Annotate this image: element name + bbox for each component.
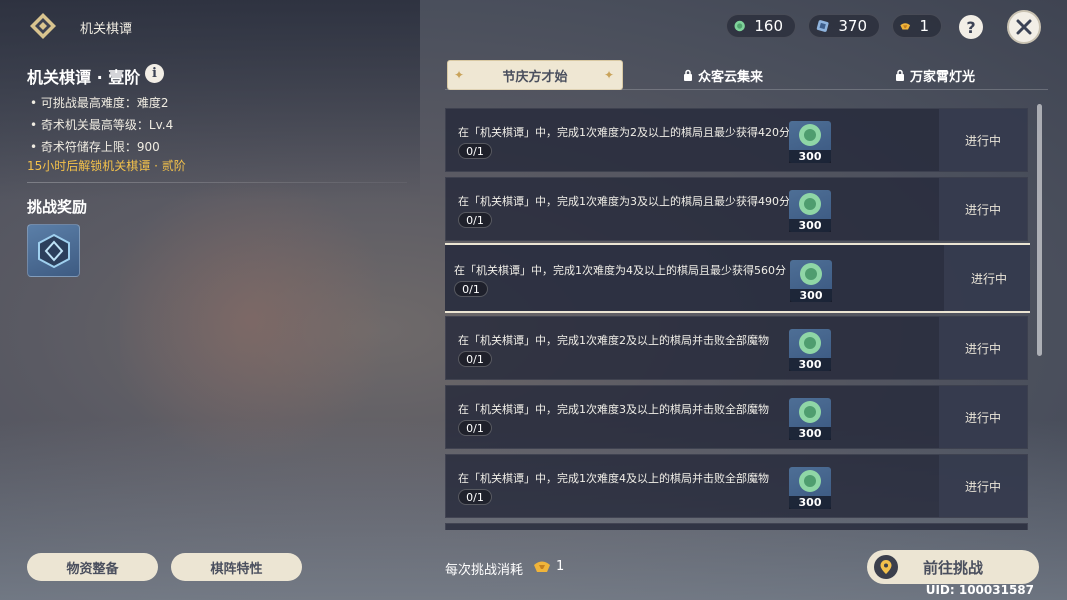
page-title: 机关棋谭 [80, 22, 133, 37]
reward-icon[interactable]: 300 [789, 329, 831, 371]
resource-value: 160 [754, 17, 783, 35]
task-progress: 0/1 [458, 489, 492, 505]
reward-item[interactable] [27, 224, 80, 277]
supply-button[interactable]: 物资整备 [27, 553, 158, 581]
divider [27, 182, 407, 183]
reward-qty: 300 [789, 150, 831, 163]
pin-icon [874, 555, 898, 579]
resource-blue-cube: 370 [808, 14, 880, 38]
task-row[interactable]: 在「机关棋谭」中，完成1次难度为3及以上的棋局且最少获得490分 0/1 300… [445, 177, 1028, 241]
task-progress: 0/1 [458, 420, 492, 436]
task-text: 在「机关棋谭」中，完成1次难度为2及以上的棋局且最少获得420分 [458, 126, 790, 139]
resource-value: 1 [919, 17, 929, 35]
tab-guests-gather[interactable]: 众客云集来 [625, 60, 821, 90]
tab-label: 万家霄灯光 [909, 69, 975, 85]
task-progress: 0/1 [458, 351, 492, 367]
task-status: 进行中 [939, 109, 1027, 171]
reward-title: 挑战奖励 [27, 198, 88, 216]
formation-trait-button[interactable]: 棋阵特性 [171, 553, 302, 581]
reward-qty: 300 [790, 289, 832, 302]
reward-qty: 300 [789, 358, 831, 371]
info-line: 可挑战最高难度：难度2 [30, 92, 173, 114]
sparkle-icon: ✦ [604, 68, 615, 82]
event-logo-icon [29, 12, 57, 40]
reward-qty: 300 [789, 496, 831, 509]
green-gem-icon [799, 470, 821, 492]
green-gem-icon [799, 193, 821, 215]
task-status: 进行中 [939, 317, 1027, 379]
task-progress: 0/1 [454, 281, 488, 297]
cost-value: 1 [556, 559, 565, 574]
go-challenge-label: 前往挑战 [922, 558, 983, 577]
task-row-selected[interactable]: 在「机关棋谭」中，完成1次难度为4及以上的棋局且最少获得560分 0/1 300… [445, 243, 1030, 313]
task-row[interactable]: 在「机关棋谭」中，完成1次难度4及以上的棋局并击败全部魔物 0/1 300 进行… [445, 454, 1028, 518]
close-icon [1016, 19, 1032, 35]
unlock-hint: 15小时后解锁机关棋谭 · 贰阶 [27, 159, 186, 173]
reward-icon[interactable]: 300 [789, 467, 831, 509]
help-button[interactable]: ? [959, 15, 983, 39]
cost-label: 每次挑战消耗 [445, 563, 524, 578]
resource-value: 370 [838, 17, 867, 35]
reward-qty: 300 [789, 427, 831, 440]
tab-bar: ✦ 节庆方才始 ✦ 众客云集来 万家霄灯光 [445, 60, 1048, 90]
cube-icon [37, 233, 70, 268]
task-progress: 0/1 [458, 212, 492, 228]
task-text: 在「机关棋谭」中，完成1次难度为3及以上的棋局且最少获得490分 [458, 195, 790, 208]
task-row[interactable]: 在「机关棋谭」中，完成1次难度2及以上的棋局并击败全部魔物 0/1 300 进行… [445, 316, 1028, 380]
task-row[interactable] [445, 523, 1028, 530]
tab-underline [445, 89, 1048, 90]
info-line: 奇术符储存上限：900 [30, 136, 173, 158]
gold-coin-icon [900, 23, 911, 30]
green-gem-icon [799, 332, 821, 354]
close-button[interactable] [1007, 10, 1041, 44]
task-status: 进行中 [939, 386, 1027, 448]
gold-coin-icon [534, 561, 550, 572]
info-icon[interactable]: i [145, 64, 164, 83]
green-gem-icon [734, 20, 745, 32]
task-text: 在「机关棋谭」中，完成1次难度3及以上的棋局并击败全部魔物 [458, 403, 769, 416]
task-status: 进行中 [944, 245, 1030, 311]
tab-label: 众客云集来 [697, 69, 763, 85]
task-row[interactable]: 在「机关棋谭」中，完成1次难度3及以上的棋局并击败全部魔物 0/1 300 进行… [445, 385, 1028, 449]
task-text: 在「机关棋谭」中，完成1次难度2及以上的棋局并击败全部魔物 [458, 334, 769, 347]
green-gem-icon [799, 124, 821, 146]
task-text: 在「机关棋谭」中，完成1次难度4及以上的棋局并击败全部魔物 [458, 472, 769, 485]
reward-icon[interactable]: 300 [790, 260, 832, 302]
tab-lantern-lights[interactable]: 万家霄灯光 [825, 60, 1045, 90]
resource-gold-coin: 1 [892, 14, 942, 38]
stage-title: 机关棋谭 · 壹阶 [27, 68, 141, 87]
task-row[interactable]: 在「机关棋谭」中，完成1次难度为2及以上的棋局且最少获得420分 0/1 300… [445, 108, 1028, 172]
scrollbar[interactable] [1037, 104, 1042, 356]
go-challenge-button[interactable]: 前往挑战 [867, 550, 1039, 584]
task-list: 在「机关棋谭」中，完成1次难度为2及以上的棋局且最少获得420分 0/1 300… [445, 106, 1030, 530]
reward-icon[interactable]: 300 [789, 190, 831, 232]
green-gem-icon [800, 263, 822, 285]
tab-festival-begins[interactable]: ✦ 节庆方才始 ✦ [447, 60, 623, 90]
tab-label: 节庆方才始 [502, 69, 568, 85]
reward-qty: 300 [789, 219, 831, 232]
task-status: 进行中 [939, 455, 1027, 517]
task-text: 在「机关棋谭」中，完成1次难度为4及以上的棋局且最少获得560分 [454, 264, 786, 277]
blue-cube-icon [816, 20, 829, 32]
resource-green-gem: 160 [726, 14, 796, 38]
green-gem-icon [799, 401, 821, 423]
reward-icon[interactable]: 300 [789, 398, 831, 440]
reward-icon[interactable]: 300 [789, 121, 831, 163]
uid-label: UID: 100031587 [925, 583, 1034, 597]
task-status: 进行中 [939, 178, 1027, 240]
lock-icon [683, 69, 692, 81]
task-progress: 0/1 [458, 143, 492, 159]
sparkle-icon: ✦ [454, 68, 465, 82]
lock-icon [895, 69, 904, 81]
info-line: 奇术机关最高等级：Lv.4 [30, 114, 173, 136]
stage-info-list: 可挑战最高难度：难度2 奇术机关最高等级：Lv.4 奇术符储存上限：900 [30, 92, 173, 158]
